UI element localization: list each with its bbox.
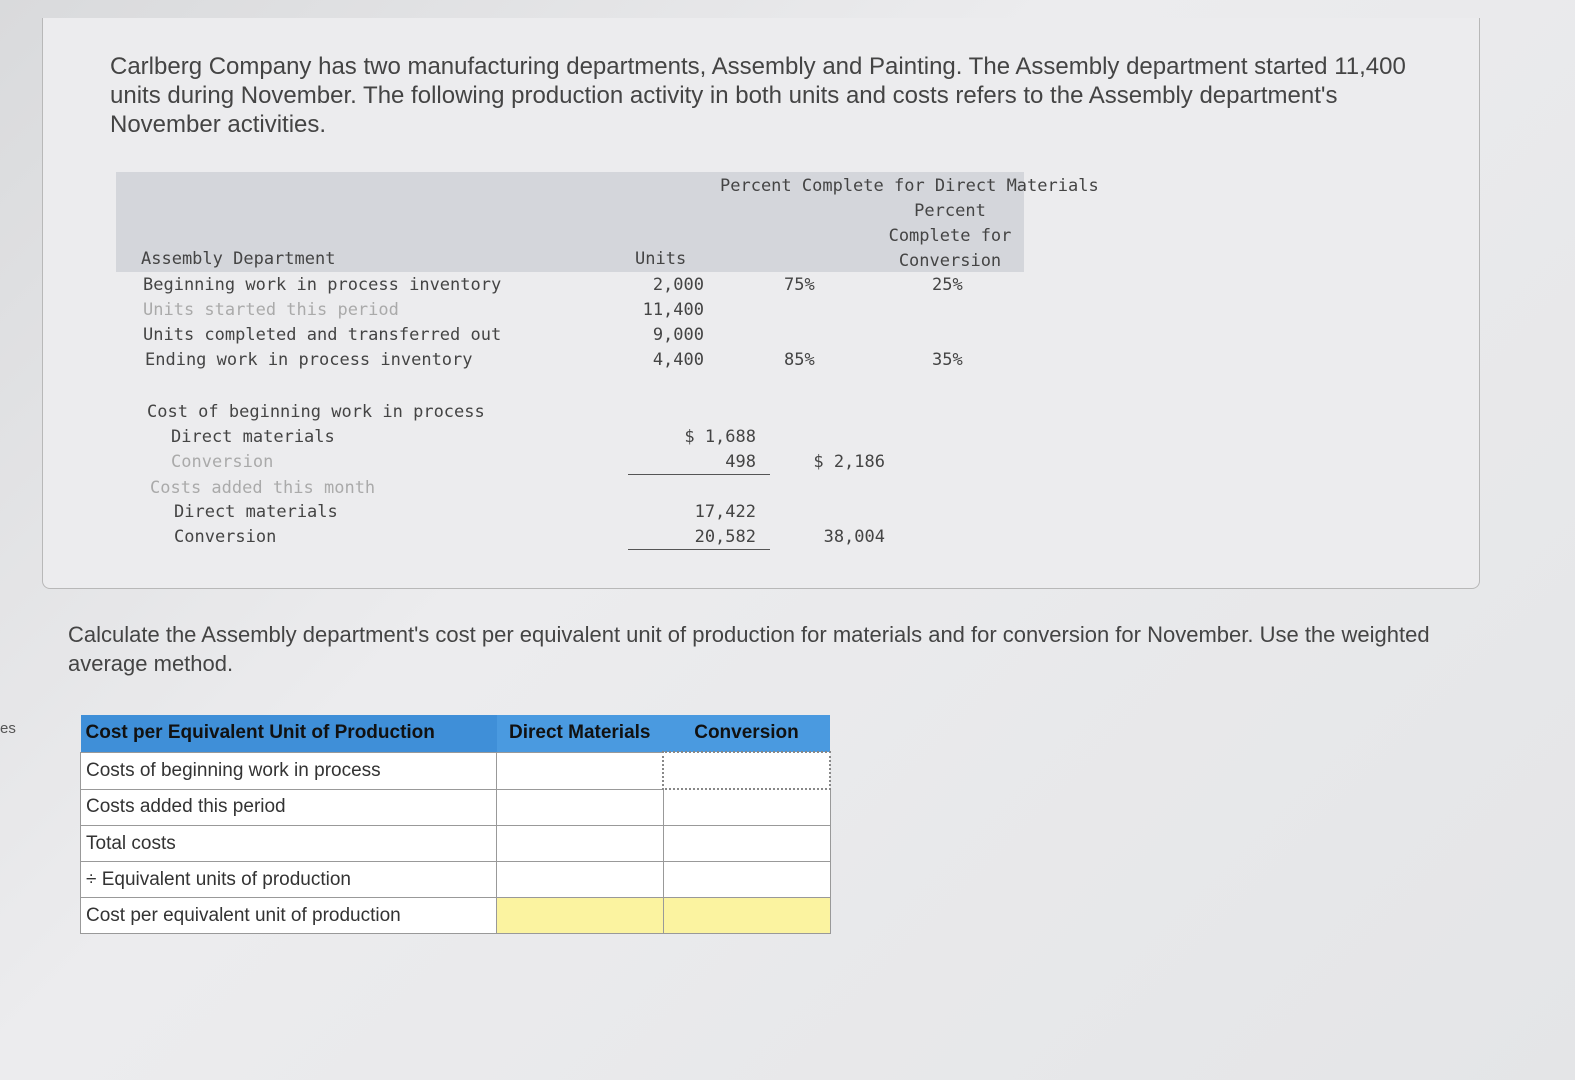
- row-cost-per: Cost per equivalent unit of production: [80, 897, 497, 934]
- add-conv-value: 20,582: [694, 527, 756, 547]
- header-conv: Percent Complete for Conversion: [888, 201, 1012, 271]
- conv-pct: 25%: [932, 275, 963, 295]
- row-equiv: ÷ Equivalent units of production: [80, 861, 497, 898]
- intro-text: Carlberg Company has two manufacturing d…: [110, 53, 1406, 138]
- col-dm: Direct Materials: [496, 715, 663, 752]
- row-added: Costs added this period: [80, 788, 497, 826]
- side-text: es: [0, 720, 16, 737]
- total-conv: [662, 825, 831, 862]
- input-beg-dm[interactable]: [496, 751, 664, 790]
- conv-pct: 35%: [932, 350, 963, 370]
- beg-dm-value: $ 1,688: [684, 427, 756, 447]
- dept-label: Assembly Department: [141, 249, 336, 269]
- row-beg: Costs of beginning work in process: [80, 751, 497, 790]
- add-conv-label: Conversion: [174, 527, 277, 547]
- divider: [628, 474, 770, 475]
- dm-pct: 75%: [784, 275, 815, 295]
- answer-table: Cost per Equivalent Unit of Production Di…: [80, 715, 831, 934]
- input-cpeu-conv[interactable]: [662, 897, 831, 934]
- add-dm-label: Direct materials: [174, 502, 338, 522]
- question-text: Calculate the Assembly department's cost…: [68, 622, 1430, 676]
- beg-dm-label: Direct materials: [171, 427, 335, 447]
- header-dm: Percent Complete for Direct Materials: [720, 176, 1099, 196]
- added-title: Costs added this month: [150, 478, 376, 498]
- row-label: Ending work in process inventory: [145, 350, 473, 370]
- dm-pct: 85%: [784, 350, 815, 370]
- add-total: 38,004: [823, 527, 885, 547]
- divider: [628, 549, 770, 550]
- answer-header: Cost per Equivalent Unit of Production: [80, 715, 497, 752]
- beg-conv-value: 498: [725, 452, 756, 472]
- input-beg-conv[interactable]: [662, 751, 831, 790]
- row-label: Beginning work in process inventory: [143, 275, 502, 295]
- row-label: Units completed and transferred out: [143, 325, 502, 345]
- input-cpeu-dm[interactable]: [496, 897, 664, 934]
- row-label: Units started this period: [143, 300, 399, 320]
- beg-conv-label: Conversion: [171, 452, 274, 472]
- col-conv: Conversion: [663, 715, 830, 752]
- input-equiv-dm[interactable]: [496, 861, 664, 898]
- input-added-conv[interactable]: [662, 788, 831, 826]
- total-dm: [496, 825, 664, 862]
- units-value: 11,400: [642, 300, 704, 320]
- input-equiv-conv[interactable]: [662, 861, 831, 898]
- units-value: 9,000: [652, 325, 704, 345]
- row-total: Total costs: [80, 825, 497, 862]
- beg-total: $ 2,186: [813, 452, 885, 472]
- add-dm-value: 17,422: [694, 502, 756, 522]
- input-added-dm[interactable]: [496, 788, 664, 826]
- beg-title: Cost of beginning work in process: [147, 402, 485, 422]
- units-value: 2,000: [652, 275, 704, 295]
- units-value: 4,400: [652, 350, 704, 370]
- header-units: Units: [635, 249, 687, 269]
